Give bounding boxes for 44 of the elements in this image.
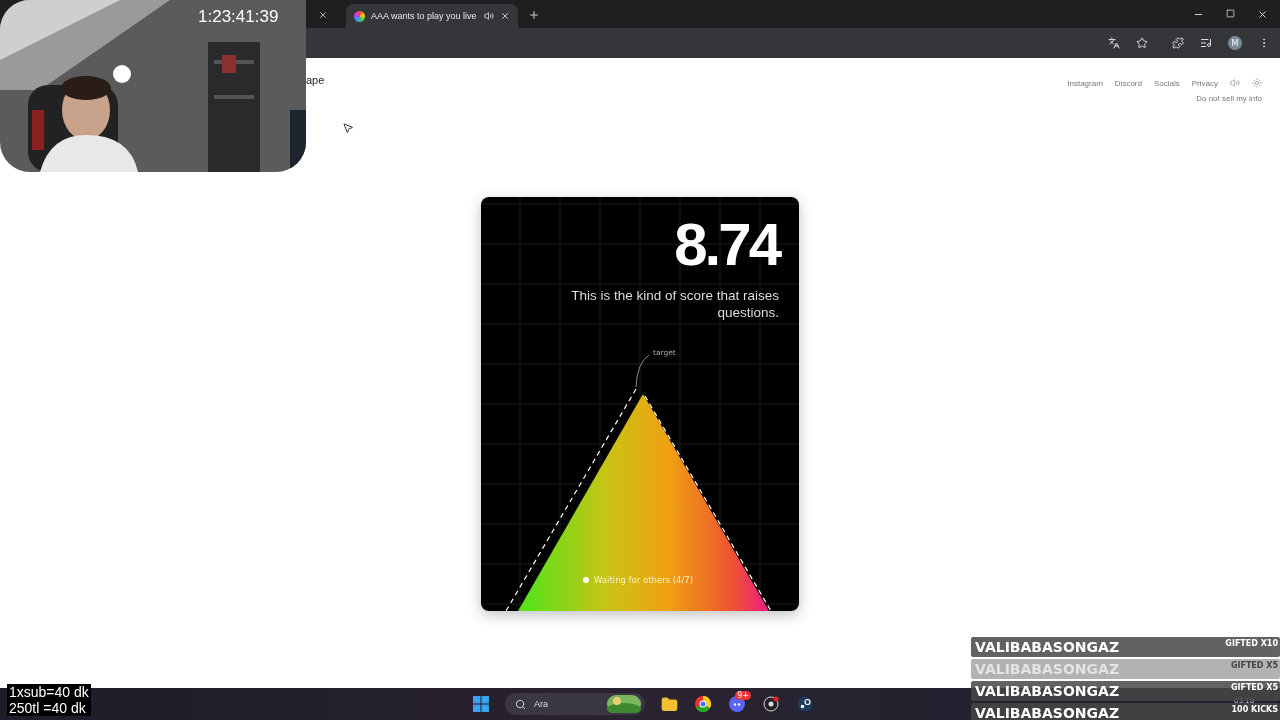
alert-gift: GIFTED X10 <box>1225 639 1278 648</box>
taskbar-search-field[interactable]: Ara <box>532 698 601 710</box>
nav-link[interactable]: Privacy <box>1191 78 1218 88</box>
alert-gift: 100 KICKS <box>1231 705 1278 714</box>
extensions-icon[interactable] <box>1172 37 1184 49</box>
status-dot <box>583 577 589 583</box>
translate-icon[interactable] <box>1108 37 1120 49</box>
close-tab-icon[interactable] <box>318 10 328 20</box>
alert-name: VALIBABASONGAZ <box>975 705 1120 720</box>
game-store-icon[interactable] <box>795 694 815 714</box>
nav-link[interactable]: Discord <box>1114 78 1142 88</box>
notification-badge: 9+ <box>735 691 751 700</box>
search-icon <box>515 698 526 710</box>
browser-tab[interactable]: AAA wants to play you live <box>346 4 518 28</box>
do-not-sell-link[interactable]: Do not sell my info <box>1196 94 1262 103</box>
alert-gift: GIFTED X5 <box>1230 661 1278 670</box>
close-tab-icon[interactable] <box>500 11 510 21</box>
profile-avatar[interactable]: M <box>1228 36 1242 50</box>
cursor-icon <box>342 122 354 134</box>
close-icon[interactable] <box>1257 9 1268 20</box>
score-value: 8.74 <box>674 215 779 275</box>
stream-timer: 1:23:41:39 <box>198 7 279 27</box>
site-logo[interactable]: ape <box>306 74 325 103</box>
browser-icon[interactable] <box>693 694 713 714</box>
alert-name: VALIBABASONGAZ <box>975 639 1120 655</box>
nav-link[interactable]: Socials <box>1153 78 1180 88</box>
target-line <box>635 354 650 388</box>
folder-icon[interactable] <box>659 694 679 714</box>
stream-note: 1xsub=40 dk <box>7 684 91 700</box>
bookmark-star-icon[interactable] <box>1136 37 1148 49</box>
taskbar-search-bar[interactable]: Ara <box>505 693 645 715</box>
maximize-icon[interactable] <box>1226 9 1235 18</box>
media-icon[interactable] <box>1200 37 1212 49</box>
start-icon[interactable] <box>471 694 491 714</box>
stream-note: 250tl =40 dk <box>7 700 91 716</box>
speaker-icon[interactable] <box>484 11 494 21</box>
score-message: This is the kind of score that raises questions. <box>570 287 779 321</box>
favicon-icon <box>354 10 365 22</box>
recorder-icon[interactable] <box>761 694 781 714</box>
alert-gift: GIFTED X5 <box>1230 683 1278 692</box>
alert-name: VALIBABASONGAZ <box>975 683 1120 699</box>
nav-link[interactable]: Instagram <box>1067 78 1103 88</box>
status-text: Waiting for others (4/7) <box>594 575 694 585</box>
new-tab-icon[interactable] <box>528 9 540 21</box>
